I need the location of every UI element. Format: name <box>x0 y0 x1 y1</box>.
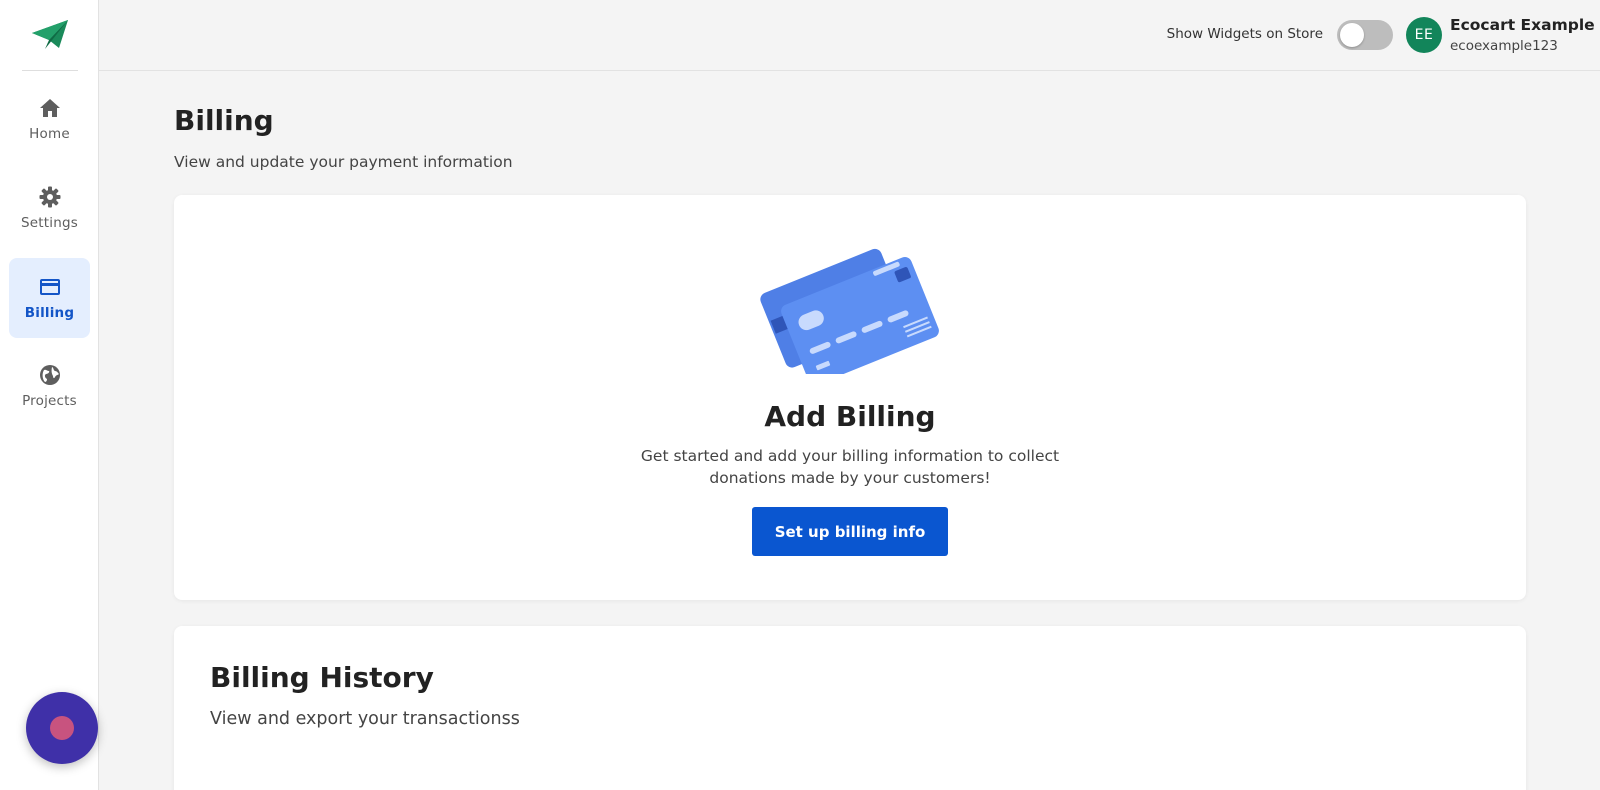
home-icon <box>39 99 60 117</box>
billing-history-title: Billing History <box>210 661 434 694</box>
sidebar-divider <box>22 70 78 71</box>
page-subtitle: View and update your payment information <box>174 153 513 171</box>
sidebar-item-projects[interactable]: Projects <box>9 346 90 426</box>
widgets-toggle[interactable] <box>1337 20 1393 50</box>
chat-bubble-icon <box>50 716 74 740</box>
user-name[interactable]: Ecocart Example <box>1450 16 1595 34</box>
credit-cards-illustration <box>760 248 939 374</box>
sidebar-item-label: Home <box>29 126 70 142</box>
user-handle: ecoexample123 <box>1450 38 1558 54</box>
sidebar-item-label: Projects <box>22 393 77 409</box>
gear-icon <box>39 186 60 208</box>
chat-bubble-button[interactable] <box>26 692 98 764</box>
add-billing-title: Add Billing <box>764 400 936 433</box>
toggle-knob <box>1340 23 1364 47</box>
add-billing-description: Get started and add your billing informa… <box>640 447 1060 487</box>
credit-card-icon <box>39 279 60 295</box>
sidebar-item-billing[interactable]: Billing <box>9 258 90 338</box>
sidebar-item-label: Settings <box>21 215 78 231</box>
widgets-toggle-label: Show Widgets on Store <box>1166 26 1323 42</box>
avatar[interactable]: EE <box>1406 17 1442 53</box>
page-title: Billing <box>174 104 274 137</box>
globe-icon <box>39 365 60 385</box>
sidebar-item-label: Billing <box>24 305 75 321</box>
sidebar-item-settings[interactable]: Settings <box>9 168 90 248</box>
sidebar-item-home[interactable]: Home <box>9 79 90 159</box>
billing-history-subtitle: View and export your transactionss <box>210 709 520 729</box>
billing-history-card <box>174 626 1526 790</box>
paper-plane-icon[interactable] <box>31 19 69 51</box>
set-up-billing-button[interactable]: Set up billing info <box>752 507 948 556</box>
sidebar: Home Settings Billing Projects <box>0 0 99 790</box>
